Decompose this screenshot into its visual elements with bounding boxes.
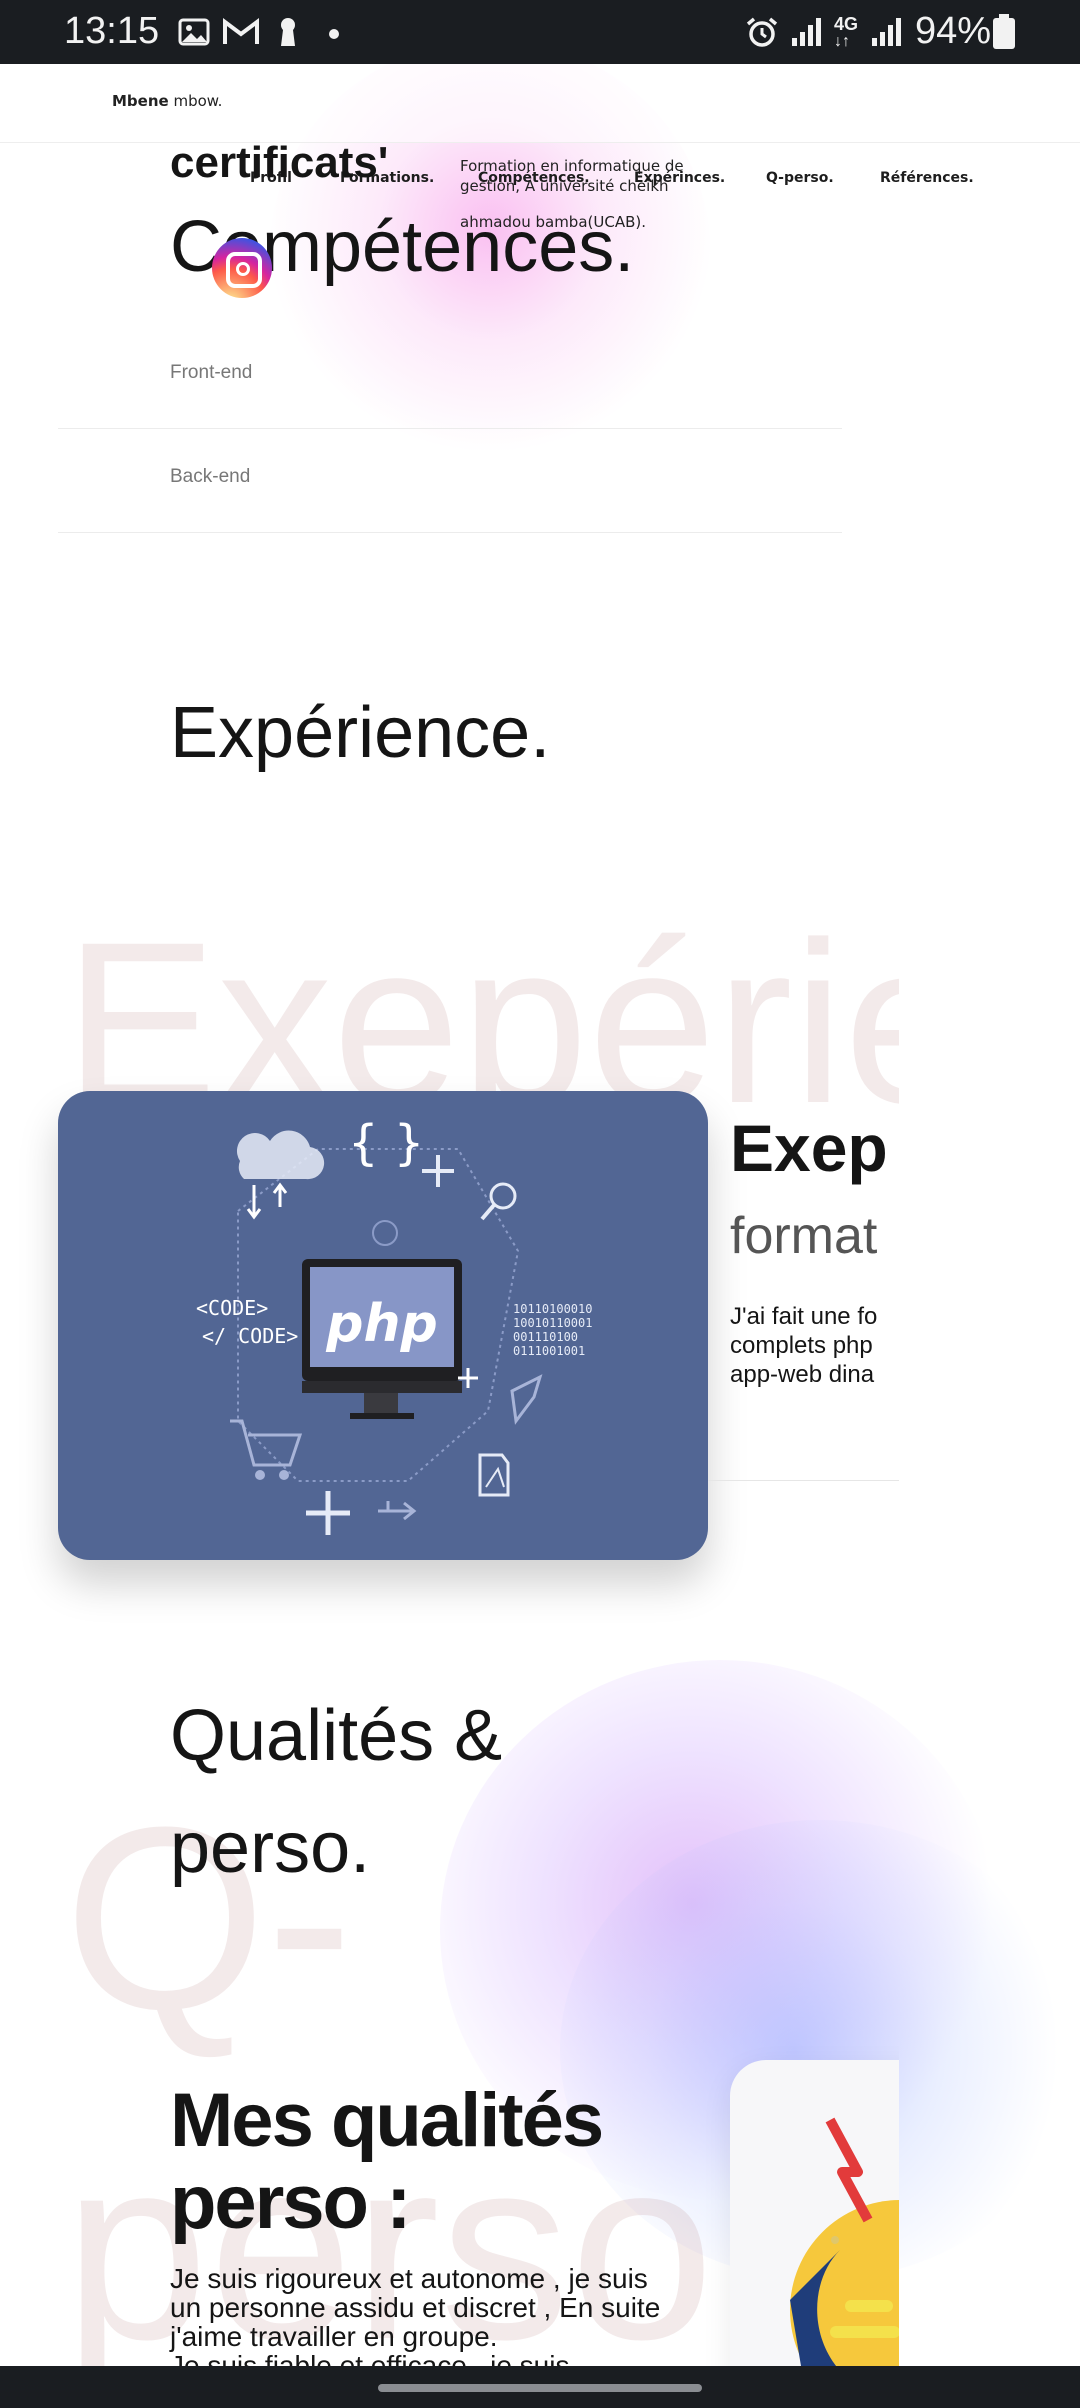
code-open-text: <CODE> bbox=[196, 1296, 268, 1320]
binary-line: 001110100 bbox=[513, 1330, 578, 1344]
experience-card-text: J'ai fait une fo complets php app-web di… bbox=[730, 1303, 878, 1388]
instagram-icon[interactable] bbox=[212, 238, 272, 298]
binary-line: 10010110001 bbox=[513, 1316, 592, 1330]
skill-row-backend[interactable]: Back-end bbox=[58, 428, 842, 533]
braces-glyph: { } bbox=[348, 1115, 424, 1171]
code-close-text: </ CODE> bbox=[202, 1324, 298, 1348]
qualites-image-card bbox=[730, 2060, 899, 2408]
battery-icon bbox=[993, 14, 1015, 49]
home-gesture-handle[interactable] bbox=[378, 2384, 702, 2392]
qualites-subtitle: Mes qualités perso : bbox=[170, 2078, 604, 2245]
experience-title: Expérience. bbox=[170, 693, 551, 773]
binary-line: 10110100010 bbox=[513, 1302, 592, 1316]
system-nav-bar bbox=[0, 2366, 1080, 2408]
experience-card-heading: Exep bbox=[730, 1111, 888, 1185]
skill-label-backend: Back-end bbox=[170, 466, 251, 487]
qualites-title: Qualités & perso. bbox=[170, 1696, 503, 1888]
lightbulb-illustration bbox=[790, 2117, 899, 2408]
qualites-body: Je suis rigoureux et autonome , je suis … bbox=[170, 2263, 661, 2380]
binary-line: 0111001001 bbox=[513, 1344, 585, 1358]
battery-percent: 94% bbox=[915, 10, 992, 52]
skill-label-frontend: Front-end bbox=[170, 362, 253, 383]
experience-card-image: { } php <CODE> </ CODE> 10110100010 1001… bbox=[58, 1091, 708, 1560]
card-divider bbox=[708, 1480, 899, 1481]
experience-card-subheading: format bbox=[730, 1207, 878, 1265]
php-illustration: { } php <CODE> </ CODE> 10110100010 1001… bbox=[196, 1115, 592, 1535]
php-label: php bbox=[325, 1294, 437, 1354]
skill-row-frontend[interactable]: Front-end bbox=[58, 324, 842, 429]
